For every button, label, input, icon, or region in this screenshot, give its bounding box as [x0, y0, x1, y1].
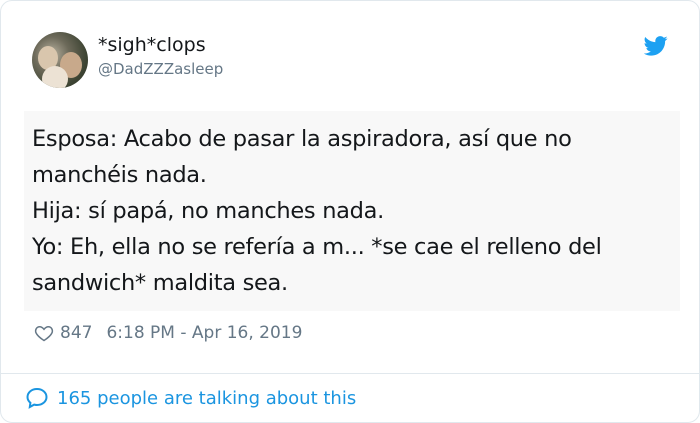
tweet-text-line: Esposa: Acabo de pasar la aspiradora, as… [32, 126, 572, 152]
tweet-meta: 847 6:18 PM - Apr 16, 2019 [34, 323, 302, 343]
avatar[interactable] [32, 32, 88, 88]
heart-icon[interactable] [34, 323, 54, 343]
tweet-card: *sigh*clops @DadZZZasleep Esposa: Acabo … [0, 0, 700, 423]
author-handle[interactable]: @DadZZZasleep [98, 60, 223, 78]
tweet-text-line: sandwich* maldita sea. [32, 270, 288, 296]
avatar-face [42, 66, 68, 88]
like-count[interactable]: 847 [60, 323, 92, 343]
twitter-bird-icon[interactable] [644, 36, 668, 56]
tweet-timestamp[interactable]: 6:18 PM - Apr 16, 2019 [106, 323, 302, 343]
tweet-text-line: manchéis nada. [32, 162, 207, 188]
tweet-text-line: Hija: sí papá, no manches nada. [32, 198, 384, 224]
tweet-text: Esposa: Acabo de pasar la aspiradora, as… [24, 111, 680, 311]
conversation-link-label: 165 people are talking about this [57, 387, 357, 409]
tweet-text-line: Yo: Eh, ella no se refería a m... *se ca… [32, 234, 602, 260]
author-name[interactable]: *sigh*clops [98, 34, 206, 56]
speech-bubble-icon [26, 387, 48, 409]
divider [1, 373, 699, 374]
conversation-link[interactable]: 165 people are talking about this [25, 386, 356, 410]
